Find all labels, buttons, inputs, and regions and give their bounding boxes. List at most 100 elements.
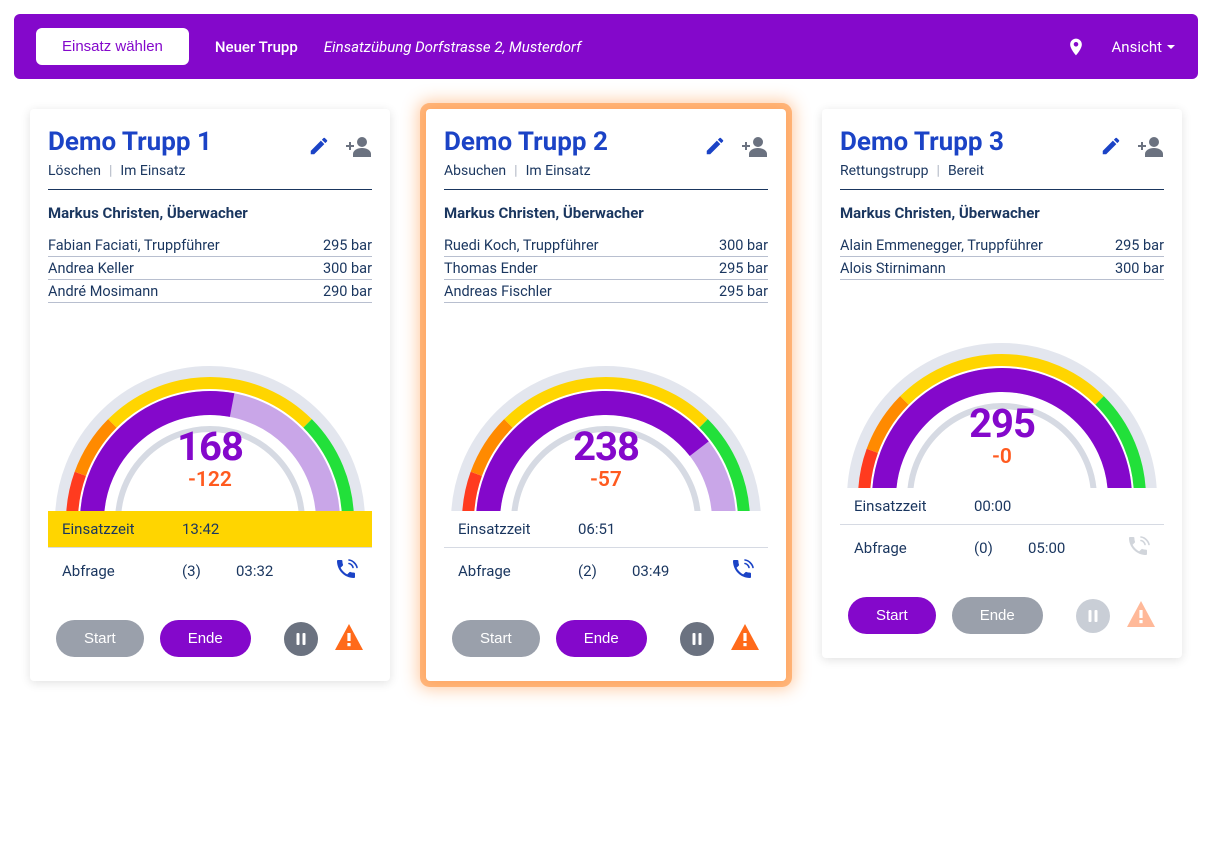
pressure-gauge: 238-57 — [444, 361, 768, 511]
phone-icon[interactable] — [334, 557, 358, 585]
new-team-link[interactable]: Neuer Trupp — [215, 38, 298, 56]
abfrage-time: 03:49 — [632, 562, 669, 580]
team-card: Demo Trupp 1 Löschen|Im Einsatz Markus Chr… — [30, 109, 390, 681]
choose-mission-button[interactable]: Einsatz wählen — [36, 28, 189, 65]
end-button[interactable]: Ende — [160, 620, 251, 657]
member-list: Fabian Faciati, Truppführer295 barAndrea… — [48, 234, 372, 303]
gauge-delta: -122 — [48, 468, 372, 492]
end-button[interactable]: Ende — [556, 620, 647, 657]
member-row: Ruedi Koch, Truppführer 300 bar — [444, 234, 768, 257]
card-controls: Start Ende — [48, 620, 372, 657]
abfrage-time: 03:32 — [236, 562, 273, 580]
einsatzzeit-value: 06:51 — [578, 520, 615, 538]
location-icon[interactable] — [1066, 37, 1086, 57]
member-row: Fabian Faciati, Truppführer295 bar — [48, 234, 372, 257]
view-dropdown-label: Ansicht — [1112, 38, 1162, 56]
abfrage-row: Abfrage(3)03:32 — [48, 548, 372, 594]
gauge-delta: -57 — [444, 468, 768, 492]
pause-button[interactable] — [1076, 599, 1110, 633]
view-dropdown[interactable]: Ansicht — [1112, 38, 1176, 56]
add-person-icon[interactable] — [740, 133, 768, 159]
member-pressure: 295 bar — [719, 283, 768, 300]
start-button[interactable]: Start — [848, 597, 936, 634]
member-name: Andrea Keller — [48, 260, 134, 277]
abfrage-label: Abfrage — [458, 562, 578, 580]
member-pressure: 295 bar — [1115, 237, 1164, 254]
team-subtitle: Absuchen|Im Einsatz — [444, 163, 608, 179]
pressure-gauge: 295-0 — [840, 338, 1164, 488]
warning-icon[interactable] — [334, 623, 364, 655]
add-person-icon[interactable] — [344, 133, 372, 159]
start-button[interactable]: Start — [56, 620, 144, 657]
phone-icon[interactable] — [730, 557, 754, 585]
member-name: Andreas Fischler — [444, 283, 552, 300]
member-row: Andreas Fischler 295 bar — [444, 280, 768, 303]
edit-icon[interactable] — [308, 135, 330, 157]
member-row: Thomas Ender 295 bar — [444, 257, 768, 280]
member-name: Alain Emmenegger, Truppführer — [840, 237, 1043, 254]
gauge-delta: -0 — [840, 445, 1164, 469]
phone-icon — [1126, 534, 1150, 562]
einsatzzeit-label: Einsatzzeit — [62, 520, 182, 538]
edit-icon[interactable] — [1100, 135, 1122, 157]
gauge-value: 168 — [48, 423, 372, 470]
supervisor-name: Markus Christen, Überwacher — [444, 204, 768, 222]
einsatzzeit-value: 13:42 — [182, 520, 219, 538]
card-controls: Start Ende — [444, 620, 768, 657]
abfrage-label: Abfrage — [62, 562, 182, 580]
member-row: Andrea Keller 300 bar — [48, 257, 372, 280]
member-row: André Mosimann 290 bar — [48, 280, 372, 303]
warning-icon[interactable] — [730, 623, 760, 655]
member-pressure: 300 bar — [323, 260, 372, 277]
team-title[interactable]: Demo Trupp 2 — [444, 127, 608, 157]
member-list: Alain Emmenegger, Truppführer 295 bar Aloi… — [840, 234, 1164, 280]
member-name: André Mosimann — [48, 283, 158, 300]
member-row: Alain Emmenegger, Truppführer 295 bar — [840, 234, 1164, 257]
abfrage-count: (2) — [578, 562, 632, 580]
team-subtitle: Rettungstrupp|Bereit — [840, 163, 1004, 179]
pressure-gauge: 168-122 — [48, 361, 372, 511]
team-card: Demo Trupp 2 Absuchen|Im Einsatz Markus Ch… — [426, 109, 786, 681]
edit-icon[interactable] — [704, 135, 726, 157]
pause-button[interactable] — [284, 622, 318, 656]
team-subtitle: Löschen|Im Einsatz — [48, 163, 212, 179]
einsatzzeit-value: 00:00 — [974, 497, 1011, 515]
member-list: Ruedi Koch, Truppführer 300 bar Thomas End… — [444, 234, 768, 303]
member-name: Thomas Ender — [444, 260, 538, 277]
member-pressure: 295 bar — [323, 237, 372, 254]
member-pressure: 290 bar — [323, 283, 372, 300]
supervisor-name: Markus Christen, Überwacher — [48, 204, 372, 222]
warning-icon[interactable] — [1126, 600, 1156, 632]
member-pressure: 300 bar — [1115, 260, 1164, 277]
team-card: Demo Trupp 3 Rettungstrupp|Bereit Markus C… — [822, 109, 1182, 658]
gauge-value: 238 — [444, 423, 768, 470]
pause-button[interactable] — [680, 622, 714, 656]
member-name: Alois Stirnimann — [840, 260, 946, 277]
start-button[interactable]: Start — [452, 620, 540, 657]
member-row: Alois Stirnimann 300 bar — [840, 257, 1164, 280]
mission-title: Einsatzübung Dorfstrasse 2, Musterdorf — [324, 38, 581, 56]
gauge-value: 295 — [840, 400, 1164, 447]
team-title[interactable]: Demo Trupp 3 — [840, 127, 1004, 157]
einsatzzeit-row: Einsatzzeit00:00 — [840, 488, 1164, 525]
member-pressure: 300 bar — [719, 237, 768, 254]
abfrage-count: (3) — [182, 562, 236, 580]
supervisor-name: Markus Christen, Überwacher — [840, 204, 1164, 222]
card-controls: Start Ende — [840, 597, 1164, 634]
member-name: Ruedi Koch, Truppführer — [444, 237, 599, 254]
chevron-down-icon — [1166, 42, 1176, 52]
team-title[interactable]: Demo Trupp 1 — [48, 127, 212, 157]
member-pressure: 295 bar — [719, 260, 768, 277]
einsatzzeit-label: Einsatzzeit — [854, 497, 974, 515]
abfrage-count: (0) — [974, 539, 1028, 557]
abfrage-row: Abfrage(0)05:00 — [840, 525, 1164, 571]
einsatzzeit-row: Einsatzzeit13:42 — [48, 511, 372, 548]
navbar: Einsatz wählen Neuer Trupp Einsatzübung … — [14, 14, 1198, 79]
einsatzzeit-label: Einsatzzeit — [458, 520, 578, 538]
end-button[interactable]: Ende — [952, 597, 1043, 634]
abfrage-row: Abfrage(2)03:49 — [444, 548, 768, 594]
add-person-icon[interactable] — [1136, 133, 1164, 159]
cards-container: Demo Trupp 1 Löschen|Im Einsatz Markus Chr… — [14, 109, 1198, 681]
abfrage-label: Abfrage — [854, 539, 974, 557]
einsatzzeit-row: Einsatzzeit06:51 — [444, 511, 768, 548]
